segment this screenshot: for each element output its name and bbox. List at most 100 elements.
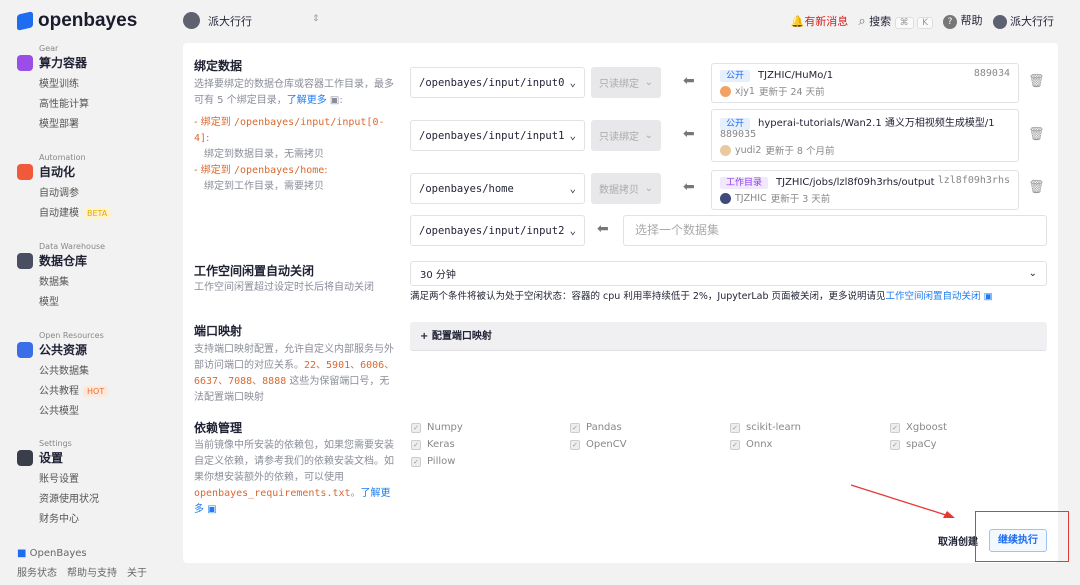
sidebar-section-title[interactable]: 公共资源	[17, 341, 108, 358]
help-link[interactable]: ? 帮助	[943, 12, 983, 29]
sidebar-group: Gear 算力容器模型训练高性能计算模型部署	[17, 44, 89, 135]
sidebar-item[interactable]: 账号设置	[39, 470, 99, 490]
sidebar-group: Automation 自动化自动调参自动建模BETA	[17, 153, 111, 224]
trash-icon[interactable]: 🗑	[1028, 180, 1045, 195]
badge: BETA	[83, 208, 111, 219]
sidebar-item[interactable]: 公共教程HOT	[39, 382, 108, 402]
dependency-checkbox[interactable]: ✓Onnx	[730, 439, 772, 450]
sidebar-group: Open Resources 公共资源公共数据集公共教程HOT公共模型	[17, 331, 108, 422]
checkbox-checked-icon: ✓	[890, 423, 900, 433]
deps-desc: 当前镜像中所安装的依赖包，如果您需要安装自定义依赖，请参考我们的依赖安装文档。如…	[194, 438, 399, 518]
dataset-card[interactable]: 工作目录TJZHIC/jobs/lzl8f09h3rhs/outputlzl8f…	[711, 170, 1019, 210]
bind-title: 绑定数据	[194, 57, 242, 74]
dataset-name: hyperai-tutorials/Wan2.1 通义万相视频生成模型/1	[758, 118, 995, 129]
dataset-name: TJZHIC/jobs/lzl8f09h3rhs/output	[776, 177, 935, 188]
chevron-down-icon: ⌄	[570, 77, 576, 89]
section-icon	[17, 342, 33, 358]
openbayes-logo[interactable]: openbayes	[17, 10, 137, 32]
mount-path-select[interactable]: /openbayes/input/input0⌄	[410, 67, 585, 98]
footer-link-status[interactable]: 服务状态	[17, 564, 57, 579]
checkbox-checked-icon: ✓	[730, 423, 740, 433]
idle-title: 工作空间闲置自动关闭	[194, 262, 314, 279]
bind-mode-select[interactable]: 数据拷贝⌄	[591, 173, 661, 204]
sidebar-section-title[interactable]: 算力容器	[17, 54, 89, 71]
user-menu[interactable]: 派大行行	[993, 13, 1055, 29]
search-button[interactable]: ⌕ 搜索 ⌘ K	[858, 13, 933, 29]
highlight-box	[975, 511, 1069, 562]
sidebar-item[interactable]: 公共数据集	[39, 362, 108, 382]
logo-icon	[17, 11, 33, 30]
chevron-down-icon: ⌄	[570, 225, 576, 237]
bind-mode-select[interactable]: 只读绑定⌄	[591, 67, 661, 98]
footer-link-about[interactable]: 关于	[127, 564, 147, 579]
cancel-create-button[interactable]: 取消创建	[938, 533, 978, 548]
bind-desc: 选择要绑定的数据仓库或容器工作目录，最多可有 5 个绑定目录，了解更多 ▣: -…	[194, 77, 399, 195]
learn-more-link[interactable]: 了解更多	[287, 95, 327, 106]
sidebar-section-title[interactable]: 数据仓库	[17, 252, 105, 269]
trash-icon[interactable]: 🗑	[1028, 127, 1045, 142]
chevron-down-icon: ⌄	[645, 77, 653, 88]
chevron-down-icon: ⌄	[645, 183, 653, 194]
sidebar-item[interactable]: 模型部署	[39, 115, 89, 135]
updown-chevron-icon[interactable]: ⇕	[312, 14, 320, 24]
sidebar-item[interactable]: 财务中心	[39, 510, 99, 530]
sidebar-item[interactable]: 模型训练	[39, 75, 89, 95]
footer-link-help[interactable]: 帮助与支持	[67, 564, 117, 579]
section-icon	[17, 55, 33, 71]
dataset-id: 889034	[974, 68, 1010, 81]
chevron-down-icon: ⌄	[645, 130, 653, 141]
dependency-checkbox[interactable]: ✓Pandas	[570, 422, 622, 433]
openbayes-mini-logo-icon: ■	[17, 548, 26, 559]
checkbox-checked-icon: ✓	[730, 440, 740, 450]
dependency-checkbox[interactable]: ✓Pillow	[411, 456, 455, 467]
sidebar-section-title[interactable]: 自动化	[17, 163, 111, 180]
footer-brand: ■ OpenBayes	[17, 548, 87, 559]
section-icon	[17, 450, 33, 466]
sidebar-item[interactable]: 高性能计算	[39, 95, 89, 115]
section-icon	[17, 164, 33, 180]
idle-desc: 工作空间闲置超过设定时长后将自动关闭	[194, 280, 399, 296]
visibility-tag: 工作目录	[720, 177, 768, 189]
idle-timeout-select[interactable]: 30 分钟⌄	[410, 261, 1047, 286]
dependency-checkbox[interactable]: ✓scikit-learn	[730, 422, 801, 433]
kbd-k: K	[917, 17, 933, 29]
sidebar-item[interactable]: 模型	[39, 293, 105, 313]
dataset-card[interactable]: 公开hyperai-tutorials/Wan2.1 通义万相视频生成模型/18…	[711, 109, 1019, 162]
chevron-down-icon: ⌄	[570, 183, 576, 195]
dependency-checkbox[interactable]: ✓OpenCV	[570, 439, 627, 450]
chevron-down-icon: ⌄	[570, 130, 576, 142]
sidebar-item[interactable]: 公共模型	[39, 402, 108, 422]
dataset-name: TJZHIC/HuMo/1	[758, 70, 833, 81]
bind-mode-select[interactable]: 只读绑定⌄	[591, 120, 661, 151]
sidebar-group: Settings 设置账号设置资源使用状况财务中心	[17, 439, 99, 530]
arrow-left-icon: ⬅	[597, 221, 609, 237]
workspace-switcher[interactable]: 派大行行	[183, 12, 252, 29]
dependency-checkbox[interactable]: ✓Xgboost	[890, 422, 947, 433]
sidebar-item[interactable]: 资源使用状况	[39, 490, 99, 510]
dependency-checkbox[interactable]: ✓Numpy	[411, 422, 463, 433]
mount-path-select[interactable]: /openbayes/input/input2⌄	[410, 215, 585, 246]
bell-icon: 🔔	[791, 15, 805, 28]
sidebar-item[interactable]: 自动建模BETA	[39, 204, 111, 224]
sidebar-item[interactable]: 数据集	[39, 273, 105, 293]
dataset-picker-input[interactable]: 选择一个数据集	[623, 215, 1047, 246]
dataset-card[interactable]: 公开TJZHIC/HuMo/1889034 xjy1更新于 24 天前	[711, 63, 1019, 103]
arrow-left-icon: ⬅	[683, 179, 695, 195]
user-avatar	[720, 193, 731, 204]
idle-doc-link[interactable]: 工作空间闲置自动关闭	[886, 291, 981, 302]
mount-path-select[interactable]: /openbayes/home⌄	[410, 173, 585, 204]
checkbox-checked-icon: ✓	[411, 423, 421, 433]
deps-title: 依赖管理	[194, 419, 242, 436]
trash-icon[interactable]: 🗑	[1028, 74, 1045, 89]
dependency-checkbox[interactable]: ✓spaCy	[890, 439, 937, 450]
sidebar-item[interactable]: 自动调参	[39, 184, 111, 204]
dependency-checkbox[interactable]: ✓Keras	[411, 439, 455, 450]
checkbox-checked-icon: ✓	[570, 440, 580, 450]
add-port-mapping-button[interactable]: + 配置端口映射	[410, 322, 1047, 351]
notifications-link[interactable]: 🔔有新消息	[791, 13, 849, 29]
port-title: 端口映射	[194, 322, 242, 339]
visibility-tag: 公开	[720, 70, 750, 82]
mount-path-select[interactable]: /openbayes/input/input1⌄	[410, 120, 585, 151]
arrow-left-icon: ⬅	[683, 73, 695, 89]
sidebar-section-title[interactable]: 设置	[17, 449, 99, 466]
